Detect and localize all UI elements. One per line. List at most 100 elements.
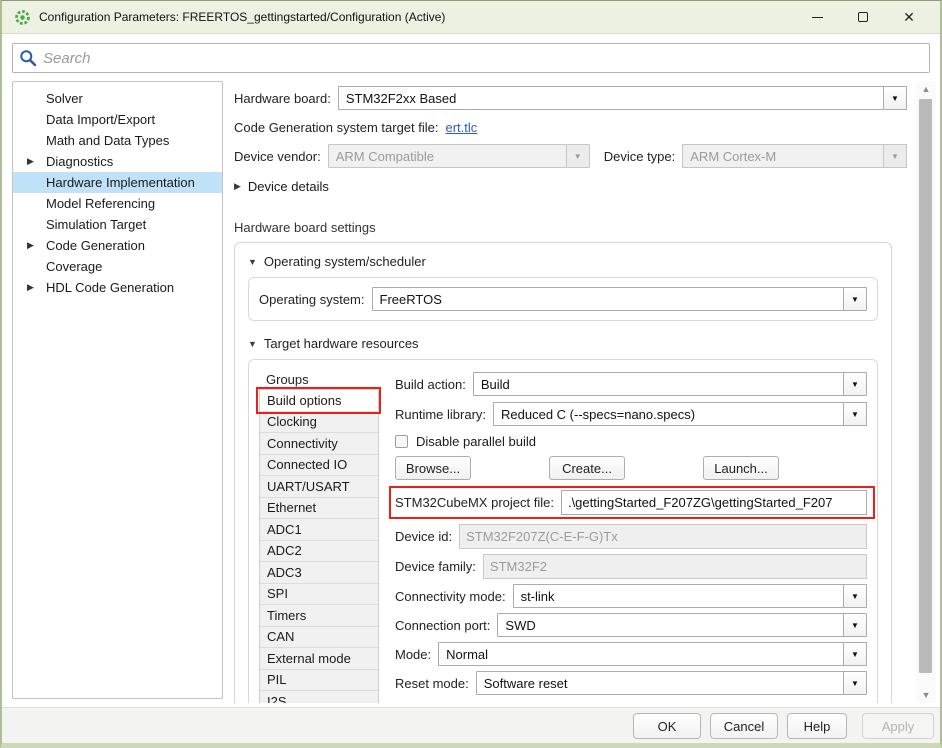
target-file-link[interactable]: ert.tlc	[446, 120, 478, 135]
red-annotation-box-build-options	[256, 387, 381, 414]
disable-parallel-build-checkbox[interactable]	[395, 435, 408, 448]
sidebar-item-label: Simulation Target	[46, 217, 146, 232]
device-details-toggle[interactable]: ▶ Device details	[234, 179, 910, 194]
hardware-board-dropdown[interactable]: STM32F2xx Based ▼	[338, 86, 907, 110]
launch-button[interactable]: Launch...	[703, 456, 779, 480]
chevron-down-icon[interactable]: ▼	[843, 403, 866, 425]
connectivity-mode-label: Connectivity mode:	[395, 589, 513, 604]
cubemx-project-file-label: STM32CubeMX project file:	[395, 495, 561, 510]
group-item-ethernet[interactable]: Ethernet	[260, 498, 378, 520]
search-box[interactable]	[12, 43, 930, 73]
sidebar-item-solver[interactable]: Solver	[13, 88, 222, 109]
chevron-down-icon[interactable]: ▼	[843, 288, 866, 310]
build-action-dropdown[interactable]: Build ▼	[473, 372, 867, 396]
chevron-down-icon[interactable]: ▼	[843, 373, 866, 395]
chevron-down-icon: ▼	[566, 145, 589, 167]
search-row	[12, 43, 930, 73]
mode-dropdown[interactable]: Normal ▼	[438, 642, 867, 666]
group-item-adc2[interactable]: ADC2	[260, 541, 378, 563]
sidebar-item-hdl-code-generation[interactable]: ▶ HDL Code Generation	[13, 277, 222, 298]
expand-arrow-icon[interactable]: ▶	[27, 240, 34, 251]
disable-parallel-build-label: Disable parallel build	[416, 434, 536, 449]
os-scheduler-section-toggle[interactable]: ▼ Operating system/scheduler	[248, 254, 878, 269]
group-item-external-mode[interactable]: External mode	[260, 648, 378, 670]
target-hw-resources-section-toggle[interactable]: ▼ Target hardware resources	[248, 336, 878, 351]
device-id-field: STM32F207Z(C-E-F-G)Tx	[459, 524, 867, 549]
sidebar-item-label: Diagnostics	[46, 154, 113, 169]
group-item-connectivity[interactable]: Connectivity	[260, 433, 378, 455]
cubemx-project-file-input[interactable]: .\gettingStarted_F207ZG\gettingStarted_F…	[561, 490, 867, 515]
chevron-down-icon[interactable]: ▼	[883, 87, 906, 109]
chevron-down-icon[interactable]: ▼	[843, 672, 866, 694]
vertical-scrollbar[interactable]: ▲ ▼	[916, 81, 936, 703]
create-button[interactable]: Create...	[549, 456, 625, 480]
maximize-button[interactable]	[840, 1, 886, 33]
reset-mode-value: Software reset	[477, 672, 843, 694]
group-item-clocking[interactable]: Clocking	[260, 412, 378, 434]
device-id-label: Device id:	[395, 529, 459, 544]
operating-system-dropdown[interactable]: FreeRTOS ▼	[372, 287, 868, 311]
hardware-board-settings-heading: Hardware board settings	[234, 220, 910, 235]
ok-button[interactable]: OK	[633, 713, 701, 739]
sidebar-item-diagnostics[interactable]: ▶ Diagnostics	[13, 151, 222, 172]
group-item-i2s[interactable]: I2S	[260, 691, 378, 703]
sidebar-item-code-generation[interactable]: ▶ Code Generation	[13, 235, 222, 256]
scroll-up-icon[interactable]: ▲	[916, 81, 936, 97]
group-item-can[interactable]: CAN	[260, 627, 378, 649]
sidebar-item-model-referencing[interactable]: Model Referencing	[13, 193, 222, 214]
sidebar-item-hardware-implementation[interactable]: Hardware Implementation	[13, 172, 222, 193]
group-item-adc3[interactable]: ADC3	[260, 562, 378, 584]
expanded-triangle-icon: ▼	[248, 257, 257, 267]
groups-caption: Groups	[259, 369, 379, 389]
group-item-adc1[interactable]: ADC1	[260, 519, 378, 541]
sidebar-item-label: Math and Data Types	[46, 133, 169, 148]
chevron-down-icon: ▼	[883, 145, 906, 167]
hardware-board-label: Hardware board:	[234, 91, 338, 106]
expand-arrow-icon[interactable]: ▶	[27, 156, 34, 167]
simulink-gear-icon	[14, 9, 31, 26]
sidebar-item-label: Solver	[46, 91, 83, 106]
scroll-down-icon[interactable]: ▼	[916, 687, 936, 703]
mode-value: Normal	[439, 643, 843, 665]
target-hw-resources-section-title: Target hardware resources	[264, 336, 419, 351]
search-input[interactable]	[43, 50, 923, 67]
operating-system-value: FreeRTOS	[373, 288, 844, 310]
apply-button: Apply	[862, 713, 934, 739]
chevron-down-icon[interactable]: ▼	[843, 614, 866, 636]
sidebar-item-simulation-target[interactable]: Simulation Target	[13, 214, 222, 235]
group-item-pil[interactable]: PIL	[260, 670, 378, 692]
connectivity-mode-dropdown[interactable]: st-link ▼	[513, 584, 867, 608]
runtime-library-label: Runtime library:	[395, 407, 493, 422]
chevron-down-icon[interactable]: ▼	[843, 643, 866, 665]
sidebar-item-label: Code Generation	[46, 238, 145, 253]
browse-button[interactable]: Browse...	[395, 456, 471, 480]
mode-label: Mode:	[395, 647, 438, 662]
target-file-label: Code Generation system target file:	[234, 120, 446, 135]
group-item-connected-io[interactable]: Connected IO	[260, 455, 378, 477]
group-item-uart-usart[interactable]: UART/USART	[260, 476, 378, 498]
close-button[interactable]: ✕	[886, 1, 932, 33]
minimize-button[interactable]	[794, 1, 840, 33]
sidebar-item-data-import-export[interactable]: Data Import/Export	[13, 109, 222, 130]
sidebar-item-math-and-data-types[interactable]: Math and Data Types	[13, 130, 222, 151]
build-action-label: Build action:	[395, 377, 473, 392]
expand-arrow-icon[interactable]: ▶	[27, 282, 34, 293]
group-item-timers[interactable]: Timers	[260, 605, 378, 627]
help-button[interactable]: Help	[787, 713, 847, 739]
cancel-button[interactable]: Cancel	[710, 713, 778, 739]
runtime-library-dropdown[interactable]: Reduced C (--specs=nano.specs) ▼	[493, 402, 867, 426]
scrollbar-thumb[interactable]	[919, 99, 932, 673]
configuration-parameters-dialog: Configuration Parameters: FREERTOS_getti…	[0, 0, 942, 748]
build-action-value: Build	[474, 373, 843, 395]
sidebar-item-coverage[interactable]: Coverage	[13, 256, 222, 277]
group-item-build-options[interactable]: Build options	[260, 390, 378, 412]
reset-mode-label: Reset mode:	[395, 676, 476, 691]
window-controls: ✕	[794, 1, 932, 33]
chevron-down-icon[interactable]: ▼	[843, 585, 866, 607]
connection-port-dropdown[interactable]: SWD ▼	[497, 613, 867, 637]
group-item-spi[interactable]: SPI	[260, 584, 378, 606]
sidebar-item-label: HDL Code Generation	[46, 280, 174, 295]
sidebar-item-label: Coverage	[46, 259, 102, 274]
reset-mode-dropdown[interactable]: Software reset ▼	[476, 671, 867, 695]
build-options-form: Build action: Build ▼ Runtime library: R…	[395, 370, 867, 703]
